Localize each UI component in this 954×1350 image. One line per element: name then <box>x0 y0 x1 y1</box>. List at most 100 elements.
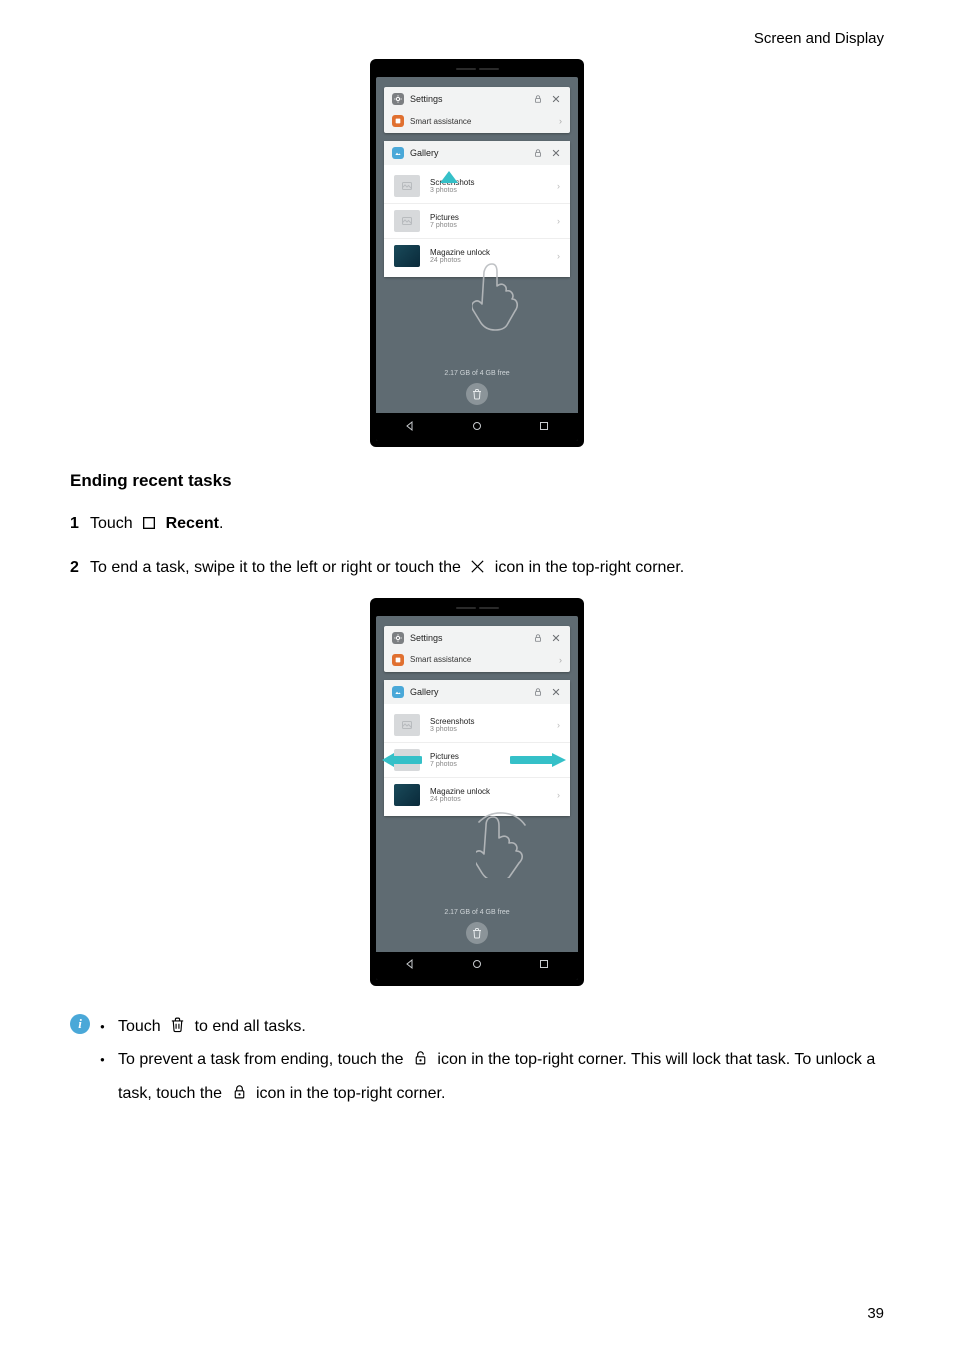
gallery-album-row[interactable]: Screenshots 3 photos › <box>384 169 570 203</box>
album-thumb-icon <box>394 175 420 197</box>
android-navbar <box>376 413 578 441</box>
album-thumb-icon <box>394 210 420 232</box>
album-thumb-icon <box>394 245 420 267</box>
album-name: Magazine unlock <box>430 248 490 257</box>
trash-icon <box>169 1015 186 1034</box>
gallery-album-row[interactable]: Magazine unlock 24 photos › <box>384 777 570 812</box>
album-name: Screenshots <box>430 717 474 726</box>
storage-text: 2.17 GB of 4 GB free <box>376 360 578 381</box>
album-thumb-icon <box>394 714 420 736</box>
tip-item: To prevent a task from ending, touch the… <box>100 1043 884 1110</box>
lock-icon[interactable] <box>532 147 544 159</box>
step-item: To end a task, swipe it to the left or r… <box>70 553 884 583</box>
close-icon[interactable] <box>550 93 562 105</box>
section-heading: Ending recent tasks <box>70 471 884 491</box>
chevron-right-icon: › <box>557 720 560 730</box>
settings-sub-row[interactable]: Smart assistance › <box>384 650 570 672</box>
card-title: Settings <box>410 94 526 104</box>
lock-open-icon <box>412 1048 429 1067</box>
nav-back-icon[interactable] <box>404 420 416 435</box>
gallery-album-row[interactable]: Pictures 7 photos › <box>384 742 570 777</box>
page-header-section: Screen and Display <box>70 30 884 47</box>
step1-text-bold: Recent <box>166 515 219 532</box>
album-count: 24 photos <box>430 796 490 803</box>
album-thumb-icon <box>394 784 420 806</box>
gallery-album-row[interactable]: Magazine unlock 24 photos › <box>384 238 570 273</box>
recents-card-gallery[interactable]: Gallery Screenshots <box>384 680 570 816</box>
tip1-prefix: Touch <box>118 1018 165 1035</box>
smart-assistance-icon <box>392 115 404 127</box>
chevron-right-icon: › <box>557 251 560 261</box>
recent-square-icon <box>141 515 157 531</box>
card-title: Gallery <box>410 148 526 158</box>
gallery-album-row[interactable]: Screenshots 3 photos › <box>384 708 570 742</box>
settings-sub-row[interactable]: Smart assistance › <box>384 111 570 133</box>
step-item: Touch Recent. <box>70 509 884 539</box>
album-thumb-icon <box>394 749 420 771</box>
album-name: Screenshots <box>430 178 474 187</box>
phone-mockup: Settings Smart assistance › <box>370 59 584 447</box>
settings-sub-label: Smart assistance <box>410 117 471 126</box>
info-icon: i <box>70 1014 90 1034</box>
nav-recent-icon[interactable] <box>538 958 550 973</box>
nav-home-icon[interactable] <box>471 958 483 973</box>
clear-all-button[interactable] <box>466 922 488 944</box>
phone-screen: Settings Smart assistance › <box>376 616 578 980</box>
clear-all-button[interactable] <box>466 383 488 405</box>
chevron-right-icon: › <box>557 755 560 765</box>
album-name: Magazine unlock <box>430 787 490 796</box>
steps-list: Touch Recent. To end a task, swipe it to… <box>70 509 884 584</box>
chevron-right-icon: › <box>557 216 560 226</box>
nav-recent-icon[interactable] <box>538 420 550 435</box>
storage-text: 2.17 GB of 4 GB free <box>376 899 578 920</box>
recents-card-gallery[interactable]: Gallery Screenshots <box>384 141 570 277</box>
close-icon[interactable] <box>550 632 562 644</box>
gesture-hand-icon <box>476 808 536 878</box>
close-x-icon <box>469 558 486 575</box>
tips-block: i Touch to end all tasks. To prevent a t… <box>70 1010 884 1111</box>
step2-text-prefix: To end a task, swipe it to the left or r… <box>90 559 465 576</box>
tip2-part1: To prevent a task from ending, touch the <box>118 1051 408 1068</box>
settings-sub-label: Smart assistance <box>410 655 471 664</box>
close-icon[interactable] <box>550 686 562 698</box>
figure-recents-swipe: Settings Smart assistance › <box>70 598 884 986</box>
smart-assistance-icon <box>392 654 404 666</box>
figure-recents-tap: Settings Smart assistance › <box>70 59 884 447</box>
tip1-suffix: to end all tasks. <box>195 1018 306 1035</box>
chevron-right-icon: › <box>557 181 560 191</box>
step1-text-prefix: Touch <box>90 515 137 532</box>
gallery-album-row[interactable]: Pictures 7 photos › <box>384 203 570 238</box>
phone-screen: Settings Smart assistance › <box>376 77 578 441</box>
close-icon[interactable] <box>550 147 562 159</box>
album-name: Pictures <box>430 752 459 761</box>
album-count: 3 photos <box>430 187 474 194</box>
step1-text-suffix: . <box>219 515 223 532</box>
tip-item: Touch to end all tasks. <box>100 1010 884 1044</box>
page-number: 39 <box>867 1305 884 1322</box>
gallery-icon <box>392 686 404 698</box>
chevron-right-icon: › <box>557 790 560 800</box>
album-count: 7 photos <box>430 222 459 229</box>
lock-closed-icon <box>231 1082 248 1101</box>
chevron-right-icon: › <box>559 655 562 665</box>
album-count: 3 photos <box>430 726 474 733</box>
lock-icon[interactable] <box>532 632 544 644</box>
tip2-part3: icon in the top-right corner. <box>256 1085 445 1102</box>
settings-icon <box>392 93 404 105</box>
album-count: 24 photos <box>430 257 490 264</box>
recents-card-settings[interactable]: Settings Smart assistance › <box>384 87 570 133</box>
lock-icon[interactable] <box>532 686 544 698</box>
android-navbar <box>376 952 578 980</box>
lock-icon[interactable] <box>532 93 544 105</box>
gesture-swipe-arrow-right <box>510 751 570 769</box>
step2-text-suffix: icon in the top-right corner. <box>495 559 684 576</box>
nav-home-icon[interactable] <box>471 420 483 435</box>
album-count: 7 photos <box>430 761 459 768</box>
album-name: Pictures <box>430 213 459 222</box>
nav-back-icon[interactable] <box>404 958 416 973</box>
card-title: Gallery <box>410 687 526 697</box>
phone-mockup: Settings Smart assistance › <box>370 598 584 986</box>
card-title: Settings <box>410 633 526 643</box>
gallery-icon <box>392 147 404 159</box>
recents-card-settings[interactable]: Settings Smart assistance › <box>384 626 570 672</box>
